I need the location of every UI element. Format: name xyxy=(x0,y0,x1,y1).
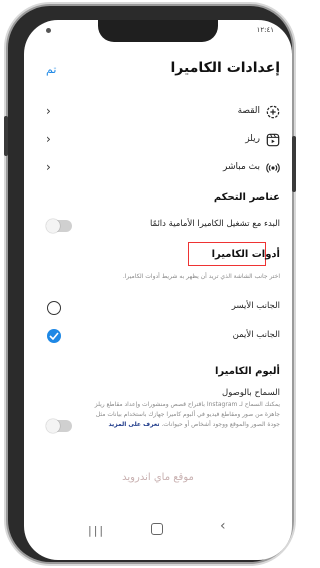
allow-access-label: السماح بالوصول xyxy=(222,388,280,398)
menu-item-live[interactable]: بث مباشر ‹ xyxy=(24,158,292,182)
volume-button xyxy=(4,116,8,156)
chevron-left-icon: ‹ xyxy=(46,160,51,174)
home-icon[interactable] xyxy=(151,523,163,535)
menu-item-story[interactable]: القصة ‹ xyxy=(24,102,292,126)
recent-apps-icon[interactable]: ||| xyxy=(88,524,105,537)
front-camera-label: البدء مع تشغيل الكاميرا الأمامية دائمًا xyxy=(149,219,280,229)
left-side-label: الجانب الأيسر xyxy=(231,301,280,311)
checkmark-icon xyxy=(49,332,59,340)
chevron-left-icon: ‹ xyxy=(46,132,51,146)
status-indicator-icon xyxy=(46,28,51,33)
menu-item-label: بث مباشر xyxy=(223,162,260,172)
live-icon xyxy=(266,163,280,173)
reels-icon xyxy=(266,133,280,147)
learn-more-link[interactable]: تعرف على المزيد xyxy=(109,421,160,428)
chevron-left-icon: ‹ xyxy=(46,104,51,118)
album-heading: ألبوم الكاميرا xyxy=(214,366,280,377)
story-plus-icon xyxy=(266,105,280,119)
camera-tools-description: اختر جانب الشاشة الذي تريد أن يظهر به شر… xyxy=(122,273,280,280)
right-side-radio[interactable] xyxy=(47,329,61,343)
menu-item-reels[interactable]: ريلز ‹ xyxy=(24,130,292,154)
page-title: إعدادات الكاميرا xyxy=(170,60,280,76)
screen: ١٢:٤١ تم إعدادات الكاميرا القصة ‹ ريلز ‹ xyxy=(24,20,292,560)
camera-tools-heading: أدوات الكاميرا xyxy=(211,249,280,260)
allow-access-toggle[interactable] xyxy=(46,419,72,433)
right-side-label: الجانب الأيمن xyxy=(232,330,280,340)
done-button[interactable]: تم xyxy=(46,63,56,76)
controls-heading: عناصر التحكم xyxy=(213,192,280,203)
status-time: ١٢:٤١ xyxy=(256,26,274,34)
app-header: تم إعدادات الكاميرا xyxy=(24,54,292,86)
back-icon[interactable]: ‹ xyxy=(220,518,226,534)
system-nav-bar: ||| ‹ xyxy=(24,516,292,544)
front-camera-toggle[interactable] xyxy=(46,219,72,233)
menu-item-label: القصة xyxy=(237,106,260,116)
watermark: موقع ماي اندرويد xyxy=(122,472,194,483)
phone-frame: ١٢:٤١ تم إعدادات الكاميرا القصة ‹ ريلز ‹ xyxy=(4,6,296,562)
power-button xyxy=(292,136,296,192)
album-description: يمكنك السماح لـ Instagram باقتراح قصص وم… xyxy=(92,400,280,430)
camera-notch xyxy=(98,20,218,42)
left-side-radio[interactable] xyxy=(47,301,61,315)
menu-item-label: ريلز xyxy=(245,134,260,144)
